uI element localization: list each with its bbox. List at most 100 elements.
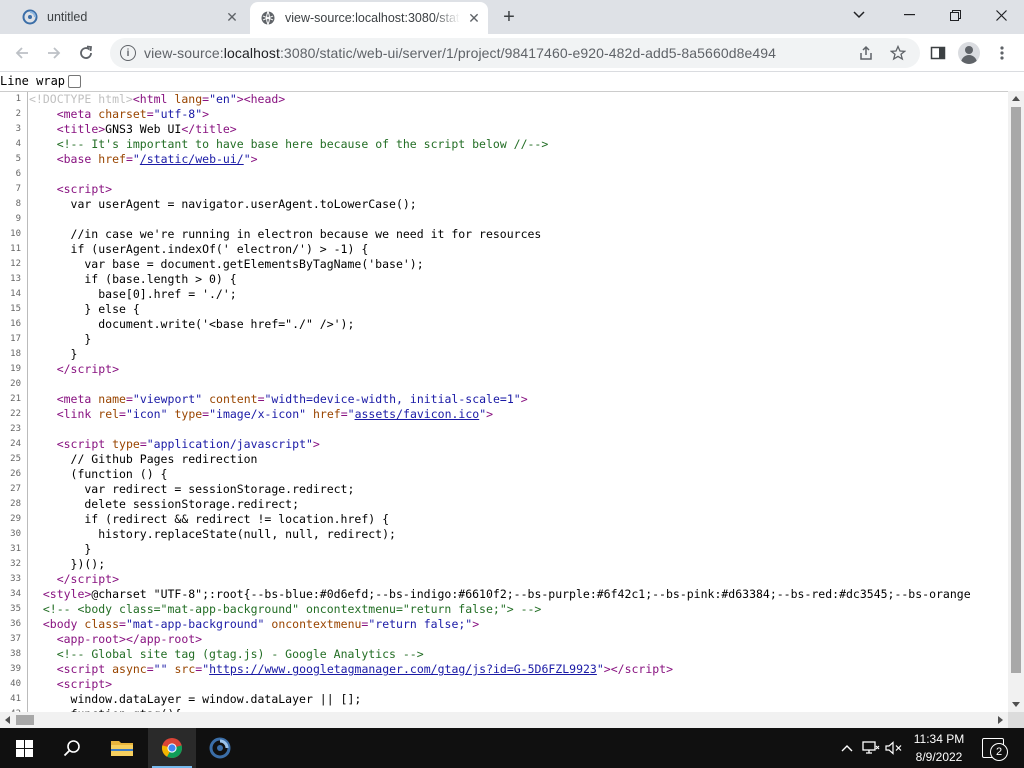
line-number: 33	[0, 572, 28, 587]
line-number: 6	[0, 167, 28, 182]
url-host: localhost	[223, 45, 280, 61]
scroll-right-icon[interactable]	[998, 716, 1003, 724]
source-line: 16 document.write('<base href="./" />');	[0, 317, 1008, 332]
start-button[interactable]	[0, 728, 48, 768]
chrome-icon	[161, 738, 183, 759]
taskbar-file-explorer[interactable]	[98, 728, 146, 768]
source-line: 17 }	[0, 332, 1008, 347]
scroll-up-icon[interactable]	[1012, 96, 1020, 101]
tab-title: untitled	[47, 10, 88, 24]
line-number: 29	[0, 512, 28, 527]
source-line: 23	[0, 422, 1008, 437]
more-menu-icon[interactable]	[988, 39, 1016, 67]
taskbar-chrome[interactable]	[148, 728, 196, 768]
line-wrap-label: Line wrap	[0, 74, 66, 88]
source-line: 10 //in case we're running in electron b…	[0, 227, 1008, 242]
source-code: }	[29, 542, 92, 556]
line-number: 13	[0, 272, 28, 287]
vertical-scrollbar[interactable]	[1008, 91, 1024, 712]
close-tab-icon[interactable]: ✕	[466, 10, 482, 26]
source-code: delete sessionStorage.redirect;	[29, 497, 300, 511]
tab-search-icon[interactable]	[836, 0, 882, 30]
source-code: <!-- Global site tag (gtag.js) - Google …	[56, 647, 424, 661]
line-number: 30	[0, 527, 28, 542]
source-line: 41 window.dataLayer = window.dataLayer |…	[0, 692, 1008, 707]
source-code: <script>	[56, 182, 113, 196]
address-bar[interactable]: i view-source:localhost:3080/static/web-…	[110, 38, 920, 68]
source-code: <script async="" src="https://www.google…	[56, 662, 674, 676]
line-number: 19	[0, 362, 28, 377]
scrollbar-corner	[1008, 712, 1024, 728]
close-tab-icon[interactable]: ✕	[224, 9, 240, 25]
line-number: 36	[0, 617, 28, 632]
line-number: 20	[0, 377, 28, 392]
source-code: })();	[29, 557, 106, 571]
bookmark-star-icon[interactable]	[884, 39, 912, 67]
source-code: <title>GNS3 Web UI</title>	[56, 122, 237, 136]
line-number: 39	[0, 662, 28, 677]
horizontal-scrollbar[interactable]	[0, 712, 1008, 728]
line-number: 5	[0, 152, 28, 167]
back-arrow-icon[interactable]	[8, 39, 36, 67]
share-icon[interactable]	[852, 39, 880, 67]
line-number: 41	[0, 692, 28, 707]
taskbar-gns3[interactable]	[196, 728, 244, 768]
source-code: <app-root></app-root>	[56, 632, 203, 646]
line-number: 31	[0, 542, 28, 557]
source-code: <!-- It's important to have base here be…	[56, 137, 549, 151]
source-line: 19 </script>	[0, 362, 1008, 377]
address-url: view-source:localhost:3080/static/web-ui…	[144, 45, 920, 61]
profile-avatar[interactable]	[958, 42, 980, 64]
source-code: var base = document.getElementsByTagName…	[29, 257, 424, 271]
source-line: 22 <link rel="icon" type="image/x-icon" …	[0, 407, 1008, 422]
reload-icon[interactable]	[72, 39, 100, 67]
source-line: 34 <style>@charset "UTF-8";:root{--bs-bl…	[0, 587, 1008, 602]
taskbar-clock[interactable]: 11:34 PM 8/9/2022	[904, 730, 974, 766]
source-line: 4 <!-- It's important to have base here …	[0, 137, 1008, 152]
browser-tab-strip: untitled ✕ view-source:localhost:3080/st…	[0, 0, 1024, 34]
site-info-icon[interactable]: i	[120, 45, 136, 61]
show-hidden-icons-icon[interactable]	[838, 728, 856, 768]
line-number: 2	[0, 107, 28, 122]
source-code: history.replaceState(null, null, redirec…	[29, 527, 396, 541]
new-tab-button[interactable]: +	[498, 6, 520, 28]
source-code: <style>@charset "UTF-8";:root{--bs-blue:…	[42, 587, 971, 601]
volume-muted-icon[interactable]	[884, 728, 904, 768]
gns3-icon	[209, 737, 231, 759]
minimize-button[interactable]	[886, 0, 932, 30]
line-wrap-checkbox[interactable]	[68, 74, 82, 88]
side-panel-icon[interactable]	[924, 39, 952, 67]
forward-arrow-icon[interactable]	[40, 39, 68, 67]
url-path: :3080/static/web-ui/server/1/project/984…	[279, 45, 777, 61]
close-window-button[interactable]	[978, 0, 1024, 30]
tab-view-source[interactable]: view-source:localhost:3080/static ✕	[250, 2, 488, 34]
network-icon[interactable]	[860, 728, 882, 768]
clock-date: 8/9/2022	[915, 750, 963, 764]
source-line: 28 delete sessionStorage.redirect;	[0, 497, 1008, 512]
line-number: 4	[0, 137, 28, 152]
source-line: 18 }	[0, 347, 1008, 362]
scroll-left-icon[interactable]	[5, 716, 10, 724]
line-wrap-control[interactable]: Line wrap	[0, 73, 82, 89]
source-line: 36 <body class="mat-app-background" onco…	[0, 617, 1008, 632]
source-line: 7 <script>	[0, 182, 1008, 197]
source-code: <script type="application/javascript">	[56, 437, 320, 451]
line-number: 38	[0, 647, 28, 662]
restore-button[interactable]	[932, 0, 978, 30]
search-button[interactable]	[48, 728, 96, 768]
tab-untitled[interactable]: untitled ✕	[8, 0, 246, 34]
source-line: 13 if (base.length > 0) {	[0, 272, 1008, 287]
clock-time: 11:34 PM	[913, 732, 965, 746]
source-line: 40 <script>	[0, 677, 1008, 692]
source-code: if (userAgent.indexOf(' electron/') > -1…	[29, 242, 369, 256]
source-line: 2 <meta charset="utf-8">	[0, 107, 1008, 122]
source-view: 1 <!DOCTYPE html><html lang="en"><head> 2 …	[0, 91, 1008, 712]
source-line: 11 if (userAgent.indexOf(' electron/') >…	[0, 242, 1008, 257]
line-number: 23	[0, 422, 28, 437]
scroll-down-icon[interactable]	[1012, 702, 1020, 707]
vertical-scroll-thumb[interactable]	[1011, 107, 1021, 673]
source-code: <script>	[56, 677, 113, 691]
line-number: 37	[0, 632, 28, 647]
source-code: document.write('<base href="./" />');	[29, 317, 355, 331]
horizontal-scroll-thumb[interactable]	[16, 715, 34, 725]
